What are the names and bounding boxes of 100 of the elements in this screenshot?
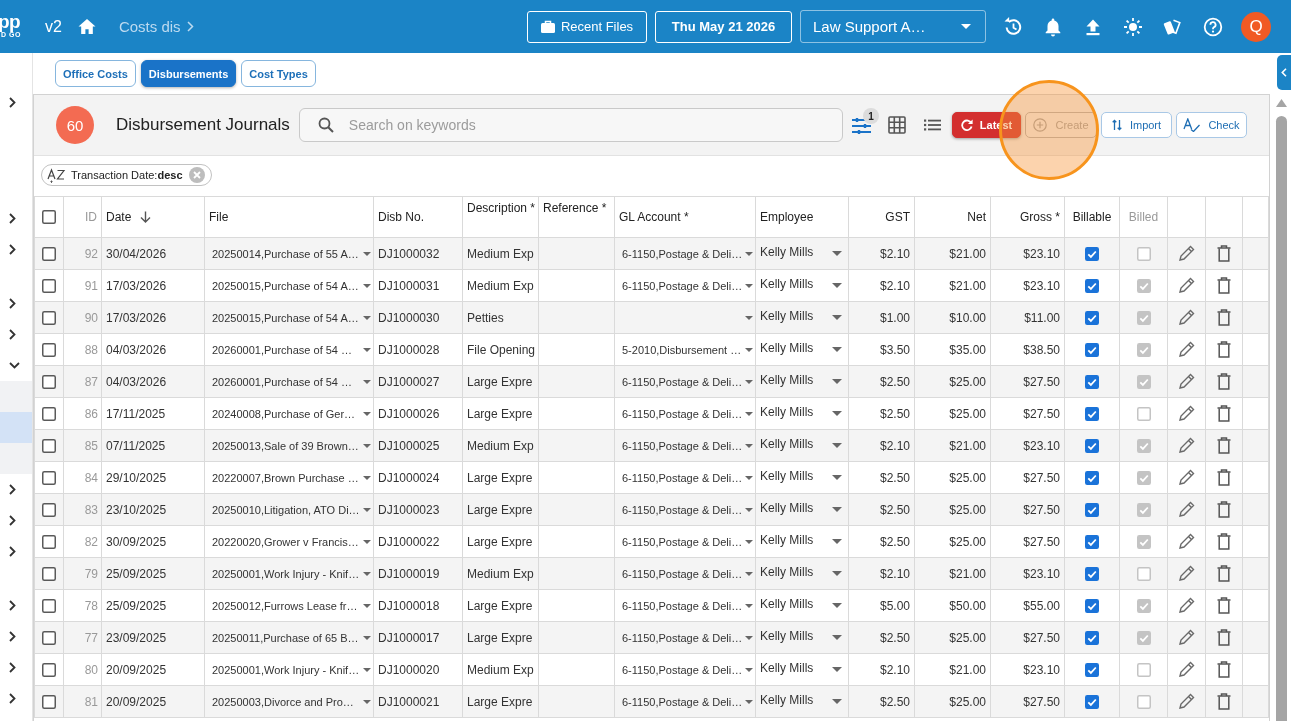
pencil-icon[interactable]	[1178, 501, 1195, 518]
pencil-icon[interactable]	[1178, 469, 1195, 486]
trash-icon[interactable]	[1217, 629, 1231, 646]
tab[interactable]: Cost Types	[241, 60, 316, 87]
trash-icon[interactable]	[1217, 469, 1231, 486]
billable-checkbox[interactable]	[1085, 662, 1099, 677]
chevron-down-icon[interactable]	[9, 362, 20, 369]
trash-icon[interactable]	[1217, 661, 1231, 678]
chevron-right-icon[interactable]	[9, 484, 16, 495]
billed-checkbox[interactable]	[1136, 598, 1151, 613]
row-checkbox[interactable]	[42, 630, 56, 645]
billed-checkbox[interactable]	[1136, 630, 1151, 645]
pencil-icon[interactable]	[1178, 373, 1195, 390]
check-button[interactable]: Check	[1176, 112, 1247, 138]
trash-icon[interactable]	[1217, 373, 1231, 390]
trash-icon[interactable]	[1217, 341, 1231, 358]
chevron-right-icon[interactable]	[9, 97, 16, 108]
chevron-right-icon[interactable]	[9, 213, 16, 224]
row-checkbox[interactable]	[42, 438, 56, 453]
search-field[interactable]: Search on keywords	[298, 108, 843, 142]
trash-icon[interactable]	[1217, 245, 1231, 262]
billed-checkbox[interactable]	[1136, 374, 1151, 389]
column-header[interactable]: Disb No.	[373, 196, 463, 238]
billed-checkbox[interactable]	[1136, 310, 1151, 325]
trash-icon[interactable]	[1217, 533, 1231, 550]
home-icon[interactable]	[77, 18, 96, 35]
billed-checkbox[interactable]	[1136, 438, 1151, 453]
billable-checkbox[interactable]	[1085, 694, 1099, 709]
trash-icon[interactable]	[1217, 693, 1231, 710]
column-header[interactable]: GST	[848, 196, 915, 238]
chevron-right-icon[interactable]	[9, 546, 16, 557]
row-checkbox[interactable]	[42, 566, 56, 581]
pencil-icon[interactable]	[1178, 405, 1195, 422]
recent-files-button[interactable]: Recent Files	[527, 10, 647, 43]
column-header[interactable]: Reference *	[538, 196, 615, 238]
trash-icon[interactable]	[1217, 501, 1231, 518]
column-header[interactable]: Description *	[462, 196, 539, 238]
billed-checkbox[interactable]	[1136, 278, 1151, 293]
bell-icon[interactable]	[1043, 16, 1063, 37]
row-checkbox[interactable]	[42, 406, 56, 421]
billed-checkbox[interactable]	[1136, 662, 1151, 677]
row-checkbox[interactable]	[42, 502, 56, 517]
chevron-right-icon[interactable]	[9, 515, 16, 526]
chevron-right-icon[interactable]	[9, 329, 16, 340]
billable-checkbox[interactable]	[1085, 342, 1099, 357]
select-all-checkbox[interactable]	[42, 210, 56, 224]
column-header[interactable]: Billable	[1064, 196, 1120, 238]
row-checkbox[interactable]	[42, 310, 56, 325]
billable-checkbox[interactable]	[1085, 566, 1099, 581]
pencil-icon[interactable]	[1178, 341, 1195, 358]
trash-icon[interactable]	[1217, 405, 1231, 422]
pencil-icon[interactable]	[1178, 533, 1195, 550]
billable-checkbox[interactable]	[1085, 310, 1099, 325]
list-view-icon[interactable]	[924, 119, 941, 131]
trash-icon[interactable]	[1217, 597, 1231, 614]
sort-chip[interactable]: Transaction Date:desc	[41, 164, 212, 186]
row-checkbox[interactable]	[42, 246, 56, 261]
tab[interactable]: Office Costs	[55, 60, 136, 87]
date-button[interactable]: Thu May 21 2026	[655, 10, 792, 43]
billable-checkbox[interactable]	[1085, 406, 1099, 421]
column-header[interactable]: File	[204, 196, 374, 238]
import-button[interactable]: Import	[1101, 112, 1172, 138]
chevron-right-icon[interactable]	[9, 600, 16, 611]
billed-checkbox[interactable]	[1136, 566, 1151, 581]
row-checkbox[interactable]	[42, 374, 56, 389]
column-header[interactable]: Gross *	[990, 196, 1065, 238]
column-header[interactable]: GL Account *	[614, 196, 756, 238]
trash-icon[interactable]	[1217, 437, 1231, 454]
billable-checkbox[interactable]	[1085, 502, 1099, 517]
billed-checkbox[interactable]	[1136, 406, 1151, 421]
pencil-icon[interactable]	[1178, 597, 1195, 614]
row-checkbox[interactable]	[42, 342, 56, 357]
history-icon[interactable]	[1003, 16, 1023, 37]
pencil-icon[interactable]	[1178, 309, 1195, 326]
company-select[interactable]: Law Support A…	[800, 10, 986, 43]
tab[interactable]: Disbursements	[140, 60, 237, 87]
row-checkbox[interactable]	[42, 598, 56, 613]
row-checkbox[interactable]	[42, 278, 56, 293]
column-header[interactable]: Date	[101, 196, 205, 238]
column-header[interactable]: Net	[914, 196, 991, 238]
billed-checkbox[interactable]	[1136, 694, 1151, 709]
billed-checkbox[interactable]	[1136, 534, 1151, 549]
chevron-right-icon[interactable]	[9, 298, 16, 309]
trash-icon[interactable]	[1217, 565, 1231, 582]
pencil-icon[interactable]	[1178, 693, 1195, 710]
grid-view-icon[interactable]	[888, 116, 906, 134]
trash-icon[interactable]	[1217, 277, 1231, 294]
trash-icon[interactable]	[1217, 309, 1231, 326]
billable-checkbox[interactable]	[1085, 374, 1099, 389]
billable-checkbox[interactable]	[1085, 470, 1099, 485]
pencil-icon[interactable]	[1178, 661, 1195, 678]
billable-checkbox[interactable]	[1085, 438, 1099, 453]
pencil-icon[interactable]	[1178, 565, 1195, 582]
filter-icon[interactable]	[852, 118, 871, 134]
brightness-icon[interactable]	[1123, 16, 1143, 37]
billed-checkbox[interactable]	[1136, 246, 1151, 261]
pencil-icon[interactable]	[1178, 629, 1195, 646]
pencil-icon[interactable]	[1178, 437, 1195, 454]
billable-checkbox[interactable]	[1085, 534, 1099, 549]
pencil-icon[interactable]	[1178, 245, 1195, 262]
